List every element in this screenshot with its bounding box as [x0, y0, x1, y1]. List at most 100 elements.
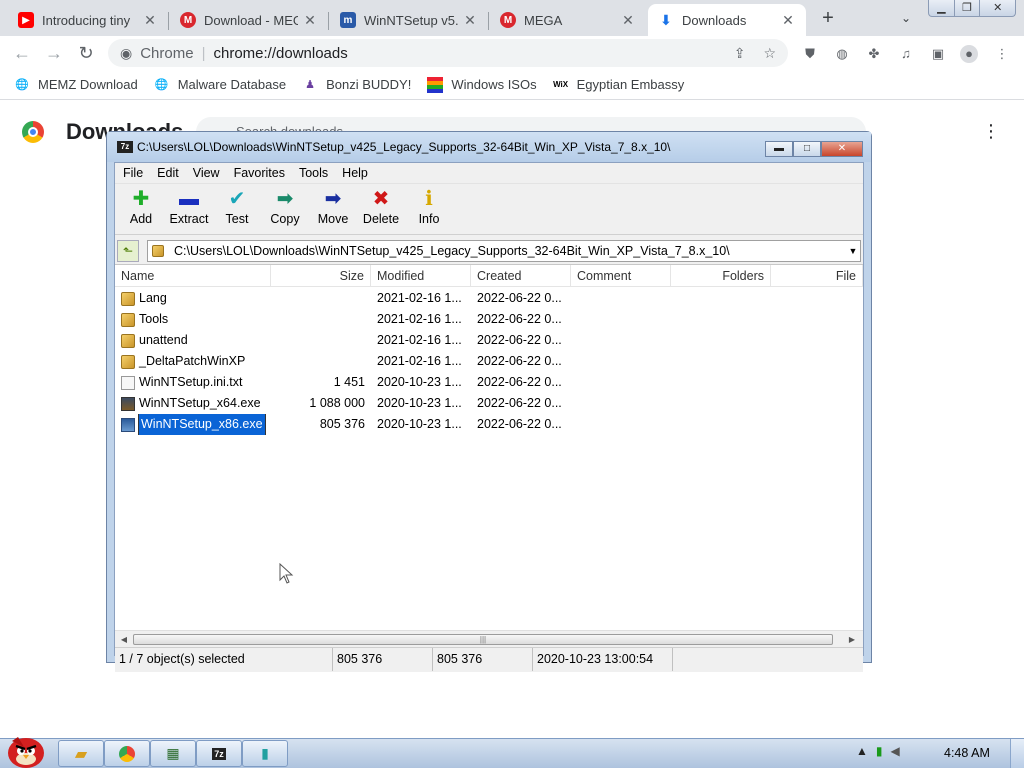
table-row[interactable]: WinNTSetup.ini.txt 1 451 2020-10-23 1...…: [115, 372, 863, 393]
bookmark-windows-isos[interactable]: Windows ISOs: [427, 76, 537, 93]
bookmark-egyptian-embassy[interactable]: WiX Egyptian Embassy: [553, 77, 684, 93]
bookmark-memz[interactable]: 🌐 MEMZ Download: [14, 77, 138, 93]
menu-edit[interactable]: Edit: [157, 166, 179, 180]
7zip-path-input[interactable]: C:\Users\LOL\Downloads\WinNTSetup_v425_L…: [147, 240, 861, 262]
close-icon[interactable]: ✕: [302, 12, 318, 29]
add-button[interactable]: ✚ Add: [121, 184, 161, 234]
scroll-right-icon[interactable]: ▶: [845, 633, 859, 646]
table-row-selected[interactable]: WinNTSetup_x86.exe 805 376 2020-10-23 1.…: [115, 414, 863, 435]
bookmark-malware-database[interactable]: 🌐 Malware Database: [154, 77, 286, 93]
folder-icon: [121, 354, 135, 369]
taskbar-app-button[interactable]: ▦: [150, 740, 196, 767]
bookmark-star-icon[interactable]: ☆: [763, 45, 776, 62]
close-button[interactable]: ✕: [980, 0, 1015, 16]
file-name: _DeltaPatchWinXP: [139, 354, 246, 368]
column-name[interactable]: Name: [115, 265, 271, 287]
close-icon[interactable]: ✕: [780, 12, 796, 29]
tab-0[interactable]: ▶ Introducing tiny ✕: [8, 4, 168, 36]
7zip-title-bar[interactable]: 7z C:\Users\LOL\Downloads\WinNTSetup_v42…: [107, 132, 871, 162]
file-name-rename-field[interactable]: WinNTSetup_x86.exe: [138, 414, 266, 435]
battery-icon[interactable]: ▮: [876, 744, 883, 758]
folder-icon: [121, 291, 135, 306]
forward-button[interactable]: →: [42, 41, 66, 65]
up-folder-icon[interactable]: ⬑: [117, 240, 139, 262]
folder-icon: [121, 312, 135, 327]
tab-title: Introducing tiny: [42, 12, 131, 28]
media-control-icon[interactable]: ♫: [897, 45, 915, 63]
show-desktop-button[interactable]: [1010, 739, 1024, 768]
menu-tools[interactable]: Tools: [299, 166, 328, 180]
column-created[interactable]: Created: [471, 265, 571, 287]
7zip-maximize-button[interactable]: □: [793, 141, 821, 157]
ublock-icon[interactable]: ⛊: [801, 45, 819, 63]
downloads-menu-icon[interactable]: ⋮: [982, 121, 1000, 141]
taskbar-clock[interactable]: 4:48 AM: [944, 746, 990, 760]
horizontal-scrollbar[interactable]: ◀ ||| ▶: [115, 630, 863, 647]
profile-avatar[interactable]: ●: [960, 45, 978, 63]
close-icon[interactable]: ✕: [462, 12, 478, 29]
tab-2[interactable]: m WinNTSetup v5. ✕: [330, 4, 488, 36]
taskbar-chrome-button[interactable]: [104, 740, 150, 767]
7zip-address-row: ⬑ C:\Users\LOL\Downloads\WinNTSetup_v425…: [115, 238, 863, 264]
address-bar[interactable]: ◉ Chrome | chrome://downloads ⇪ ☆: [108, 39, 788, 67]
table-row[interactable]: unattend 2021-02-16 1... 2022-06-22 0...: [115, 330, 863, 351]
table-row[interactable]: Lang 2021-02-16 1... 2022-06-22 0...: [115, 288, 863, 309]
tab-title: MEGA: [524, 12, 563, 28]
7zip-minimize-button[interactable]: ▬: [765, 141, 793, 157]
tab-search-button[interactable]: ⌄: [896, 8, 916, 28]
toolbar-label: Copy: [270, 212, 300, 226]
close-icon[interactable]: ✕: [142, 12, 158, 29]
tab-3[interactable]: M MEGA ✕: [490, 4, 646, 36]
tab-title: Download - MEG: [204, 12, 298, 28]
column-modified[interactable]: Modified: [371, 265, 471, 287]
start-button-angry-bird-icon[interactable]: [4, 731, 48, 768]
column-comment[interactable]: Comment: [571, 265, 671, 287]
minimize-button[interactable]: ▁: [929, 0, 955, 16]
copy-button[interactable]: ➡ Copy: [265, 184, 305, 234]
mega-icon: M: [500, 12, 516, 28]
scroll-left-icon[interactable]: ◀: [117, 633, 131, 646]
column-size[interactable]: Size: [271, 265, 371, 287]
table-row[interactable]: Tools 2021-02-16 1... 2022-06-22 0...: [115, 309, 863, 330]
folder-icon: ▰: [74, 745, 88, 763]
table-row[interactable]: _DeltaPatchWinXP 2021-02-16 1... 2022-06…: [115, 351, 863, 372]
move-button[interactable]: ➡ Move: [313, 184, 353, 234]
new-tab-button[interactable]: +: [816, 6, 840, 30]
show-hidden-icons-icon[interactable]: ▲: [856, 744, 868, 758]
extensions-puzzle-icon[interactable]: ✤: [865, 45, 883, 63]
back-button[interactable]: ←: [10, 41, 34, 65]
chevron-down-icon[interactable]: ▼: [846, 246, 860, 256]
browser-menu-icon[interactable]: ⋮: [993, 45, 1011, 63]
tab-1[interactable]: M Download - MEG ✕: [170, 4, 328, 36]
column-files[interactable]: File: [771, 265, 863, 287]
omnibox-site: Chrome: [140, 44, 194, 62]
delete-button[interactable]: ✖ Delete: [361, 184, 401, 234]
test-button[interactable]: ✔ Test: [217, 184, 257, 234]
bookmark-label: Bonzi BUDDY!: [326, 77, 412, 92]
7zip-close-button[interactable]: ✕: [821, 141, 863, 157]
menu-favorites[interactable]: Favorites: [234, 166, 285, 180]
taskbar-explorer-button[interactable]: ▰: [58, 740, 104, 767]
menu-file[interactable]: File: [123, 166, 143, 180]
taskbar-app2-button[interactable]: ▮: [242, 740, 288, 767]
taskbar-7zip-button[interactable]: 7z: [196, 740, 242, 767]
extension-flag-icon[interactable]: ◍: [833, 45, 851, 63]
reload-button[interactable]: ↻: [74, 41, 98, 65]
close-icon[interactable]: ✕: [620, 12, 636, 29]
info-button[interactable]: ℹ Info: [409, 184, 449, 234]
7zip-app-icon: 7z: [117, 141, 133, 153]
scrollbar-thumb[interactable]: |||: [133, 634, 833, 645]
extract-button[interactable]: ▬ Extract: [169, 184, 209, 234]
file-created: 2022-06-22 0...: [477, 354, 562, 368]
browser-toolbar: ← → ↻ ◉ Chrome | chrome://downloads ⇪ ☆ …: [0, 36, 1024, 70]
column-folders[interactable]: Folders: [671, 265, 771, 287]
menu-help[interactable]: Help: [342, 166, 368, 180]
share-icon[interactable]: ⇪: [734, 45, 746, 62]
tab-4-active[interactable]: ⬇ Downloads ✕: [648, 4, 806, 36]
side-panel-icon[interactable]: ▣: [929, 45, 947, 63]
bookmark-bonzi-buddy[interactable]: ♟ Bonzi BUDDY!: [302, 77, 411, 93]
table-row[interactable]: WinNTSetup_x64.exe 1 088 000 2020-10-23 …: [115, 393, 863, 414]
menu-view[interactable]: View: [193, 166, 220, 180]
restore-button[interactable]: ❐: [955, 0, 981, 16]
volume-icon[interactable]: ◀: [891, 744, 900, 758]
